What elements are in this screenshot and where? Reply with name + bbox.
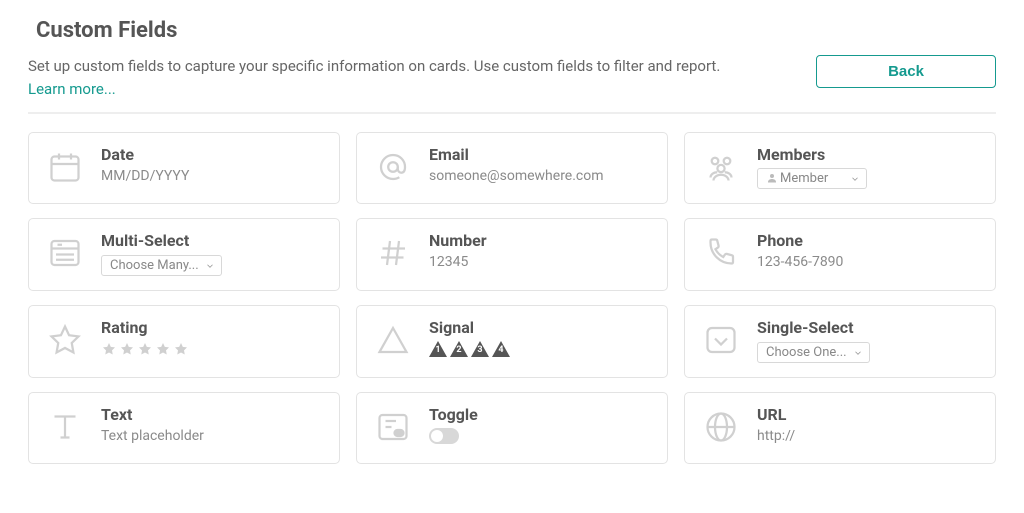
field-title: Members (757, 145, 979, 164)
toggle-icon (373, 407, 413, 447)
triangle-icon (373, 320, 413, 360)
globe-icon (701, 407, 741, 447)
rating-stars (101, 341, 323, 357)
field-title: Signal (429, 318, 651, 337)
multi-select-dropdown[interactable]: Choose Many... (101, 255, 222, 276)
calendar-icon (45, 147, 85, 187)
at-sign-icon (373, 147, 413, 187)
field-card-text[interactable]: Text Text placeholder (28, 392, 340, 464)
field-title: Text (101, 405, 323, 424)
field-card-toggle[interactable]: Toggle (356, 392, 668, 464)
multiselect-icon (45, 233, 85, 273)
field-card-signal[interactable]: Signal 1 2 3 4 (356, 305, 668, 378)
page-title: Custom Fields (36, 18, 996, 43)
field-example: http:// (757, 428, 979, 444)
member-select[interactable]: Member (757, 168, 867, 189)
divider (28, 112, 996, 114)
select-label: Member (780, 171, 828, 186)
field-example: MM/DD/YYYY (101, 168, 323, 184)
toggle-switch (429, 428, 459, 444)
field-card-number[interactable]: Number 12345 (356, 218, 668, 291)
field-title: Rating (101, 318, 323, 337)
field-example: Text placeholder (101, 428, 323, 444)
page-intro: Set up custom fields to capture your spe… (28, 55, 720, 78)
single-select-dropdown[interactable]: Choose One... (757, 342, 870, 363)
star-icon (45, 320, 85, 360)
text-icon (45, 407, 85, 447)
people-icon (701, 147, 741, 187)
field-card-rating[interactable]: Rating (28, 305, 340, 378)
field-card-url[interactable]: URL http:// (684, 392, 996, 464)
field-title: Single-Select (757, 318, 979, 337)
back-button[interactable]: Back (816, 55, 996, 88)
field-example: 12345 (429, 254, 651, 270)
field-card-phone[interactable]: Phone 123-456-7890 (684, 218, 996, 291)
phone-icon (701, 233, 741, 273)
dropdown-icon (701, 320, 741, 360)
chevron-down-icon (853, 347, 863, 357)
field-title: Number (429, 231, 651, 250)
chevron-down-icon (205, 260, 215, 270)
field-title: Email (429, 145, 651, 164)
field-example: someone@somewhere.com (429, 168, 651, 184)
field-example: 123-456-7890 (757, 254, 979, 270)
chevron-down-icon (850, 173, 860, 183)
field-card-email[interactable]: Email someone@somewhere.com (356, 132, 668, 204)
field-card-members[interactable]: Members Member (684, 132, 996, 204)
field-title: Toggle (429, 405, 651, 424)
select-label: Choose Many... (110, 258, 199, 273)
field-card-multi-select[interactable]: Multi-Select Choose Many... (28, 218, 340, 291)
learn-more-link[interactable]: Learn more... (28, 80, 116, 98)
field-type-grid: Date MM/DD/YYYY Email someone@somewhere.… (28, 132, 996, 464)
hash-icon (373, 233, 413, 273)
field-card-date[interactable]: Date MM/DD/YYYY (28, 132, 340, 204)
select-label: Choose One... (766, 345, 847, 360)
field-title: URL (757, 405, 979, 424)
field-title: Date (101, 145, 323, 164)
signal-levels: 1 2 3 4 (429, 341, 651, 357)
field-title: Phone (757, 231, 979, 250)
person-icon (766, 172, 778, 184)
field-card-single-select[interactable]: Single-Select Choose One... (684, 305, 996, 378)
field-title: Multi-Select (101, 231, 323, 250)
